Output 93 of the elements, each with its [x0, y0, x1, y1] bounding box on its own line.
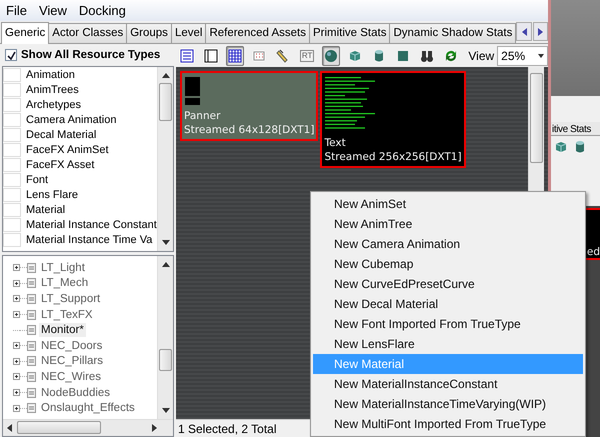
expand-icon[interactable] [13, 373, 20, 380]
binoculars-icon [419, 48, 436, 64]
resource-type-label: Archetypes [26, 98, 82, 110]
right-arrow-icon [538, 28, 543, 36]
cube-icon[interactable] [553, 139, 569, 155]
grid-view-icon [227, 48, 244, 64]
asset-info: Streamed 256x256[DXT1] [324, 150, 462, 164]
rt-button[interactable]: RT [298, 46, 316, 66]
scroll-thumb[interactable] [159, 83, 172, 121]
scroll-left-button[interactable] [516, 22, 532, 41]
tab[interactable]: Level [170, 23, 206, 43]
resource-type-label: Font [26, 174, 48, 186]
view-label: View [468, 49, 494, 63]
grid-view-button[interactable] [226, 46, 244, 66]
resource-type-label: Camera Animation [26, 114, 116, 126]
expand-icon[interactable] [13, 342, 20, 350]
menu-item[interactable]: File [2, 3, 31, 18]
menu-item[interactable]: New MaterialInstanceConstant [313, 374, 583, 394]
scroll-right-button[interactable] [532, 22, 548, 41]
menu-item[interactable]: New MultiFont Imported From TrueType [313, 414, 583, 434]
scroll-thumb[interactable] [530, 73, 543, 163]
vertical-scrollbar[interactable] [157, 256, 173, 419]
resource-type-label: Lens Flare [26, 188, 78, 200]
menu-item[interactable]: New LensFlare [313, 334, 583, 354]
horizontal-scrollbar[interactable] [3, 419, 173, 436]
checkbox[interactable] [5, 49, 17, 61]
tree-item[interactable]: NEC_Wires [39, 370, 104, 384]
expand-icon[interactable] [13, 389, 20, 396]
tree-item[interactable]: LT_Mech [39, 276, 90, 290]
zoom-dropdown[interactable]: 25% [497, 46, 548, 66]
up-arrow-icon[interactable] [162, 73, 170, 78]
asset-thumbnail[interactable]: Text Streamed 256x256[DXT1] [320, 71, 466, 168]
resource-type-label: Material [26, 204, 66, 216]
menu-item[interactable]: New MaterialInstanceTimeVarying(WIP) [313, 394, 583, 414]
left-arrow-icon [522, 28, 527, 36]
menu-item[interactable]: New Cubemap [313, 254, 583, 274]
sphere-button[interactable] [322, 46, 340, 66]
expand-icon[interactable] [13, 358, 20, 365]
down-arrow-icon[interactable] [162, 408, 170, 413]
resource-type-label: Material Instance Constant [26, 218, 157, 230]
tab[interactable]: Generic [1, 22, 50, 44]
tree-item[interactable]: LT_Light [39, 260, 87, 275]
expand-icon[interactable] [13, 264, 20, 272]
left-arrow-icon[interactable] [7, 424, 12, 432]
resource-type-label: FaceFX Asset [26, 158, 94, 170]
tab[interactable]: Actor Classes [48, 23, 128, 43]
caret-icon [538, 54, 544, 58]
tab[interactable]: Dynamic Shadow Stats [389, 23, 516, 43]
asset-name: Panner [184, 109, 222, 123]
tree-item[interactable]: Monitor* [39, 323, 86, 338]
tab[interactable]: itive Stats [551, 122, 600, 136]
asset-info: Streamed 64x128[DXT1] [184, 123, 314, 137]
expand-icon[interactable] [13, 404, 20, 412]
status-text: 1 Selected, 2 Total [178, 422, 277, 436]
resource-type-label: AnimTrees [26, 84, 79, 96]
menu-item[interactable]: New CurveEdPresetCurve [313, 274, 583, 294]
menu-item[interactable]: Docking [74, 3, 130, 18]
scroll-thumb[interactable] [159, 349, 172, 371]
tree-item[interactable]: Onslaught_Effects [39, 401, 137, 416]
scroll-thumb[interactable] [17, 421, 101, 434]
tree-item[interactable]: LT_TexFX [39, 308, 95, 322]
resource-type-label: Animation [26, 68, 75, 80]
preview-view-icon [203, 48, 220, 64]
tree-item[interactable]: NodeBuddies [39, 386, 112, 400]
right-arrow-icon[interactable] [152, 424, 157, 432]
menu-item[interactable]: New Decal Material [313, 294, 583, 314]
menu-item[interactable]: New AnimSet [313, 194, 583, 214]
menu-item[interactable]: New Camera Animation [313, 234, 583, 254]
menu-item[interactable]: New AnimTree [313, 214, 583, 234]
menu-item[interactable]: View [34, 3, 71, 18]
resource-type-label: Decal Material [26, 128, 96, 140]
sphere-icon [323, 48, 340, 64]
asset-info: ed [586, 246, 600, 258]
down-arrow-icon[interactable] [162, 240, 170, 245]
vertical-scrollbar[interactable] [157, 67, 173, 251]
expand-icon[interactable] [13, 280, 20, 287]
tree-item[interactable]: LT_Support [39, 292, 102, 306]
resource-type-label: FaceFX AnimSet [26, 144, 109, 156]
tab[interactable]: Primitive Stats [308, 23, 390, 43]
menu-item[interactable]: New Font Imported From TrueType [313, 314, 583, 334]
tab[interactable]: Groups [126, 23, 172, 43]
checkbox-label: Show All Resource Types [21, 49, 160, 61]
texture-preview-drawing [185, 77, 200, 105]
asset-thumbnail[interactable]: Panner Streamed 64x128[DXT1] [180, 71, 318, 141]
expand-icon[interactable] [13, 311, 20, 318]
tab[interactable]: Referenced Assets [205, 23, 310, 43]
up-arrow-icon[interactable] [162, 262, 170, 267]
resource-type-label: Material Instance Time Va [26, 234, 152, 246]
list-view-icon [179, 48, 196, 64]
tree-item[interactable]: NEC_Doors [39, 338, 104, 353]
asset-name: Text [324, 136, 347, 150]
expand-icon[interactable] [13, 295, 20, 302]
tree-item[interactable]: NEC_Pillars [39, 354, 105, 368]
